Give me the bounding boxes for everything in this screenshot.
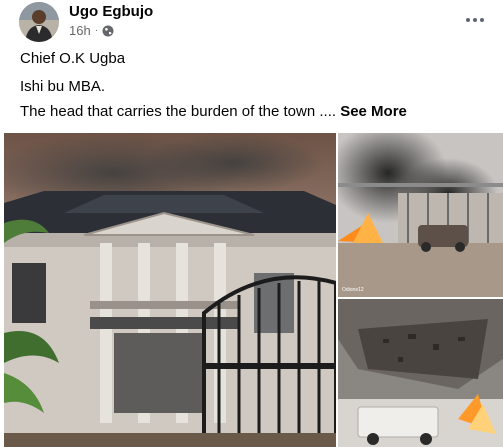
see-more-link[interactable]: See More <box>340 103 407 120</box>
post-meta: 16h · <box>69 23 114 38</box>
photo-burnt-interior[interactable] <box>338 299 503 447</box>
post-text-line-2: Ishi bu MBA. <box>20 78 106 95</box>
facebook-post: Ugo Egbujo 16h · Chief O.K Ugba Ishi bu … <box>0 0 503 447</box>
post-text-line-3: The head that carries the burden of the … <box>20 103 407 120</box>
globe-icon[interactable] <box>102 25 114 37</box>
author-avatar[interactable] <box>19 2 59 42</box>
photo-burning-car[interactable]: Odione12 <box>338 133 503 297</box>
more-options-icon[interactable] <box>461 6 489 34</box>
post-text-line-1: Chief O.K Ugba <box>20 50 126 67</box>
meta-separator: · <box>94 25 99 36</box>
post-timestamp[interactable]: 16h <box>69 23 91 38</box>
author-name[interactable]: Ugo Egbujo <box>69 3 153 20</box>
post-text-snippet: The head that carries the burden of the … <box>20 103 337 120</box>
photo-watermark: Odione12 <box>342 287 364 293</box>
photo-burning-mansion[interactable] <box>4 133 336 447</box>
